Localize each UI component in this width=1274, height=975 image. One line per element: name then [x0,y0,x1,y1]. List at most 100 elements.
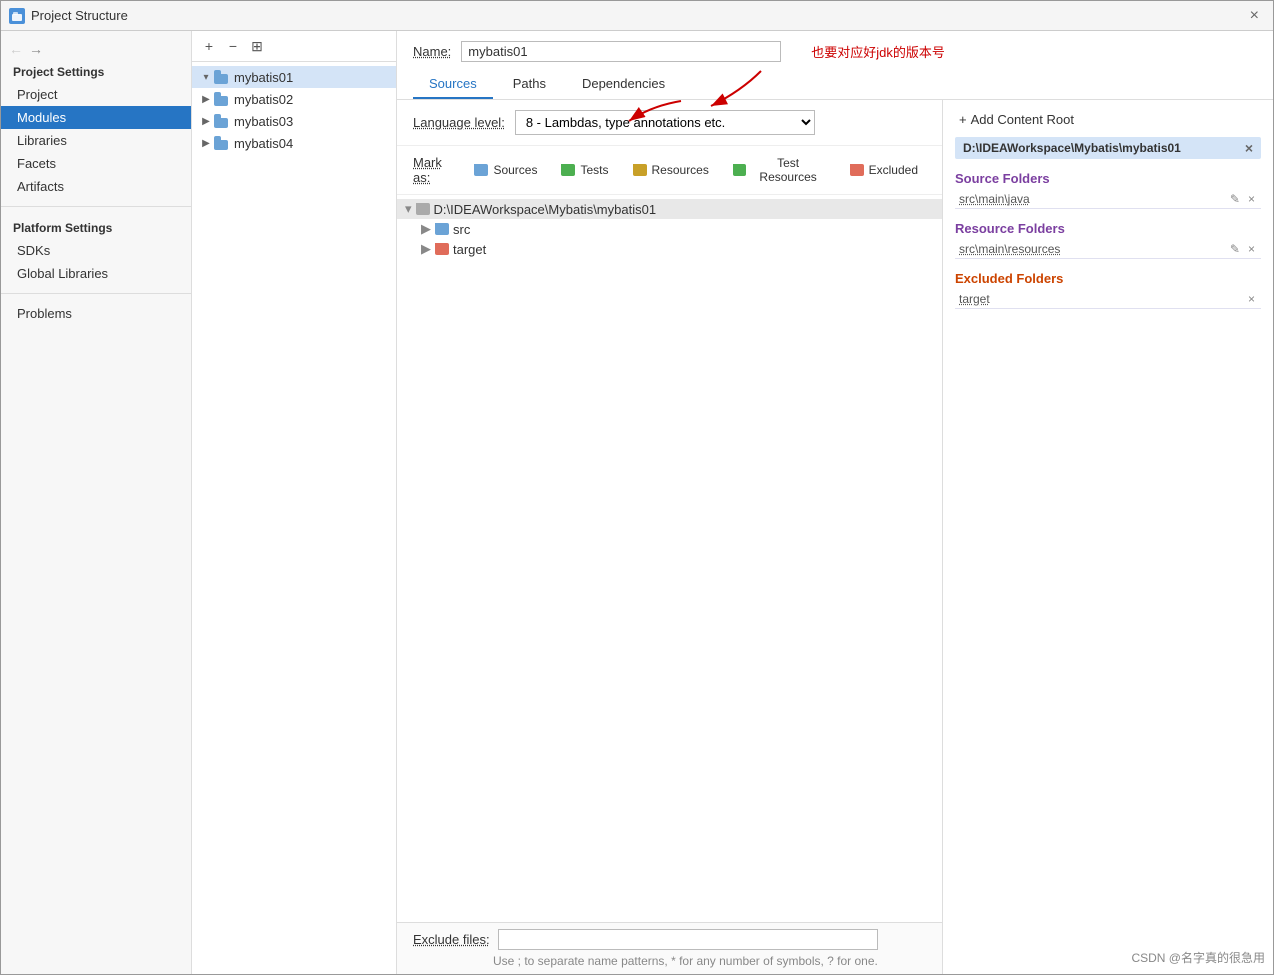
file-tree-target[interactable]: ▶ target [397,239,942,259]
sources-folder-icon [474,164,488,176]
sidebar-item-label-project: Project [17,87,57,102]
sidebar-item-global-libraries[interactable]: Global Libraries [1,262,191,285]
sidebar-item-label-global-libraries: Global Libraries [17,266,108,281]
remove-source-folder-button[interactable]: × [1246,192,1257,206]
tab-sources[interactable]: Sources [413,70,493,99]
source-folders-title: Source Folders [955,171,1261,186]
back-arrow[interactable]: ← [9,41,23,57]
forward-arrow[interactable]: → [29,41,43,57]
file-tree-root[interactable]: ▾ D:\IDEAWorkspace\Mybatis\mybatis01 [397,199,942,219]
target-folder-icon [435,243,449,255]
folder-icon [214,70,230,84]
module-tree: ▾ mybatis01 ▶ mybatis02 ▶ [192,62,396,974]
annotation-text: 也要对应好jdk的版本号 [811,42,945,61]
sidebar-item-sdks[interactable]: SDKs [1,239,191,262]
sidebar-item-modules[interactable]: Modules [1,106,191,129]
mark-tests-button[interactable]: Tests [553,161,616,179]
chevron-icon: ▶ [198,113,214,129]
sidebar-item-artifacts[interactable]: Artifacts [1,175,191,198]
file-tree: ▾ D:\IDEAWorkspace\Mybatis\mybatis01 ▶ s… [397,195,942,922]
module-label-mybatis01: mybatis01 [234,70,293,85]
add-content-root-button[interactable]: + Add Content Root [955,110,1261,129]
resource-folders-title: Resource Folders [955,221,1261,236]
folder-icon [214,92,230,106]
resource-folders-section: Resource Folders src\main\resources ✎ × [955,221,1261,259]
source-folder-entry-0: src\main\java ✎ × [955,190,1261,209]
file-tree-root-path: D:\IDEAWorkspace\Mybatis\mybatis01 [434,202,657,217]
add-content-root-icon: + [959,112,967,127]
title-bar-left: Project Structure [9,8,128,24]
mark-resources-button[interactable]: Resources [625,161,717,179]
excluded-folder-icon [850,164,864,176]
mark-test-resources-button[interactable]: Test Resources [725,154,834,186]
chevron-icon: ▶ [198,91,214,107]
remove-resource-folder-button[interactable]: × [1246,242,1257,256]
close-button[interactable]: × [1244,5,1265,27]
sidebar-item-label-sdks: SDKs [17,243,50,258]
root-folder-icon [416,203,430,215]
excluded-folders-section: Excluded Folders target × [955,271,1261,309]
sidebar-item-label-facets: Facets [17,156,56,171]
content-body: Language level: 8 - Lambdas, type annota… [397,100,1273,974]
sidebar-item-libraries[interactable]: Libraries [1,129,191,152]
excluded-folder-entry-0: target × [955,290,1261,309]
language-level-label: Language level: [413,115,505,130]
add-content-root-label: Add Content Root [971,112,1074,127]
module-item-mybatis04[interactable]: ▶ mybatis04 [192,132,396,154]
source-folder-path-0: src\main\java [959,192,1030,206]
chevron-icon: ▾ [198,69,214,85]
file-tree-target-label: target [453,242,486,257]
sidebar-item-problems[interactable]: Problems [1,302,191,325]
exclude-files-input[interactable] [498,929,878,950]
resource-folder-entry-0: src\main\resources ✎ × [955,240,1261,259]
module-item-mybatis02[interactable]: ▶ mybatis02 [192,88,396,110]
content-root-path-item[interactable]: D:\IDEAWorkspace\Mybatis\mybatis01 × [955,137,1261,159]
copy-module-button[interactable]: ⊞ [246,35,268,57]
edit-resource-folder-button[interactable]: ✎ [1228,242,1242,256]
remove-module-button[interactable]: − [222,35,244,57]
project-settings-title: Project Settings [1,59,191,83]
exclude-files-label: Exclude files: [413,932,490,947]
folder-icon [214,136,230,150]
tab-dependencies[interactable]: Dependencies [566,70,681,99]
mark-as-row: Mark as: Sources Tests Resources [397,146,942,195]
remove-content-root-button[interactable]: × [1245,140,1253,156]
sidebar-item-project[interactable]: Project [1,83,191,106]
sidebar-divider [1,206,191,207]
name-input[interactable] [461,41,781,62]
mark-sources-button[interactable]: Sources [466,161,545,179]
excluded-folder-actions-0: × [1246,292,1257,306]
tests-folder-icon [561,164,575,176]
watermark: CSDN @名字真的很急用 [1131,949,1265,966]
resource-folder-actions-0: ✎ × [1228,242,1257,256]
nav-arrows: ← → [1,39,191,59]
module-item-mybatis03[interactable]: ▶ mybatis03 [192,110,396,132]
module-toolbar: + − ⊞ [192,31,396,62]
tab-paths[interactable]: Paths [497,70,562,99]
mark-excluded-button[interactable]: Excluded [842,161,926,179]
file-tree-src-label: src [453,222,470,237]
module-panel: + − ⊞ ▾ mybatis01 ▶ mybatis02 [192,31,397,974]
app-icon [9,8,25,24]
sidebar-item-label-libraries: Libraries [17,133,67,148]
remove-excluded-folder-button[interactable]: × [1246,292,1257,306]
src-folder-icon [435,223,449,235]
module-item-mybatis01[interactable]: ▾ mybatis01 [192,66,396,88]
edit-source-folder-button[interactable]: ✎ [1228,192,1242,206]
window-title: Project Structure [31,8,128,23]
add-module-button[interactable]: + [198,35,220,57]
platform-settings-title: Platform Settings [1,215,191,239]
src-chevron-icon: ▶ [421,221,431,237]
tabs: Sources Paths Dependencies [413,70,1257,99]
folder-icon [214,114,230,128]
right-pane: + Add Content Root D:\IDEAWorkspace\Myba… [943,100,1273,974]
module-label-mybatis02: mybatis02 [234,92,293,107]
file-tree-src[interactable]: ▶ src [397,219,942,239]
module-label-mybatis03: mybatis03 [234,114,293,129]
sidebar-item-label-modules: Modules [17,110,66,125]
sidebar: ← → Project Settings Project Modules Lib… [1,31,192,974]
source-folder-actions-0: ✎ × [1228,192,1257,206]
name-label: Name: [413,44,451,59]
sidebar-item-facets[interactable]: Facets [1,152,191,175]
module-label-mybatis04: mybatis04 [234,136,293,151]
